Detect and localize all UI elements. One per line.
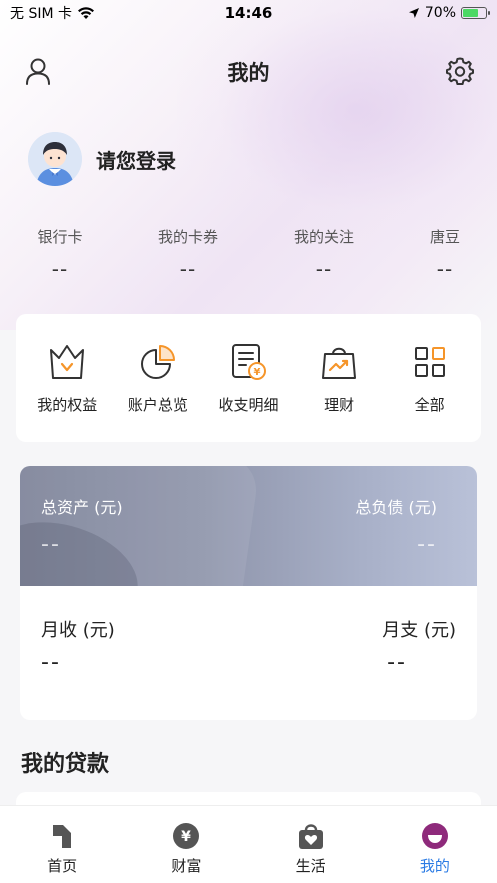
monthly-income-value: -- [41, 650, 61, 675]
nav-bar: 我的 [0, 50, 497, 94]
avatar[interactable] [28, 132, 82, 186]
stat-label: 我的关注 [293, 228, 354, 246]
tab-wealth[interactable]: ¥ 财富 [141, 822, 231, 876]
stat-value: -- [179, 257, 197, 281]
life-icon [298, 824, 323, 849]
pie-chart-icon [140, 344, 175, 379]
wifi-icon [78, 7, 94, 19]
quick-actions-card: 我的权益 账户总览 ¥ 收支明细 理财 全部 [16, 314, 481, 442]
svg-text:¥: ¥ [254, 367, 261, 378]
assets-card[interactable]: 总资产 (元) -- 总负债 (元) -- 月收 (元) -- 月支 (元) -… [20, 466, 477, 720]
stat-tang-beans[interactable]: 唐豆 -- [414, 226, 476, 281]
status-bar: 无 SIM 卡 14:46 70% [0, 0, 497, 26]
stat-label: 我的卡券 [157, 228, 218, 246]
stat-value: -- [315, 257, 333, 281]
quick-action-transactions[interactable]: ¥ 收支明细 [205, 342, 291, 415]
tab-me[interactable]: 我的 [390, 822, 480, 876]
quick-action-label: 理财 [324, 395, 355, 414]
stat-label: 银行卡 [37, 228, 83, 246]
quick-action-benefits[interactable]: 我的权益 [24, 342, 110, 415]
home-icon [53, 825, 72, 848]
wealth-icon: ¥ [173, 823, 200, 849]
stat-label: 唐豆 [429, 228, 460, 246]
total-liabilities-label: 总负债 (元) [355, 498, 437, 517]
tab-label: 首页 [47, 857, 78, 875]
total-assets-value: -- [41, 532, 61, 557]
quick-action-label: 账户总览 [127, 395, 188, 414]
crown-icon [50, 344, 85, 379]
monthly-income-label: 月收 (元) [41, 620, 115, 641]
quick-action-wealth[interactable]: 理财 [296, 342, 382, 415]
bill-icon: ¥ [232, 343, 267, 380]
svg-text:¥: ¥ [182, 829, 192, 845]
tab-bar: 首页 ¥ 财富 生活 我的 [0, 805, 497, 883]
stat-coupons[interactable]: 我的卡券 -- [148, 226, 228, 281]
login-row[interactable]: 请您登录 [28, 132, 176, 186]
loans-section-title: 我的贷款 [21, 752, 110, 777]
monthly-expense-label: 月支 (元) [382, 620, 456, 641]
quick-action-overview[interactable]: 账户总览 [115, 342, 201, 415]
quick-action-label: 全部 [414, 395, 445, 414]
shopping-bag-icon [322, 347, 357, 379]
user-icon[interactable] [24, 56, 52, 86]
location-icon [408, 8, 419, 18]
avatar-icon [28, 132, 82, 186]
tab-label: 我的 [419, 857, 450, 875]
quick-action-label: 我的权益 [37, 395, 98, 414]
tab-label: 生活 [295, 857, 326, 875]
stat-following[interactable]: 我的关注 -- [284, 226, 364, 281]
page-title: 我的 [227, 61, 270, 85]
login-prompt[interactable]: 请您登录 [96, 145, 176, 174]
quick-action-all[interactable]: 全部 [387, 342, 473, 415]
gear-icon[interactable] [445, 56, 475, 86]
tab-home[interactable]: 首页 [17, 822, 107, 876]
carrier-label: 无 SIM 卡 [10, 6, 72, 22]
assets-summary-banner: 总资产 (元) -- 总负债 (元) -- [20, 466, 477, 586]
monthly-expense-value: -- [387, 650, 407, 675]
quick-action-label: 收支明细 [218, 395, 279, 414]
tab-life[interactable]: 生活 [266, 822, 356, 876]
stat-bank-cards[interactable]: 银行卡 -- [24, 226, 96, 281]
grid-icon [414, 346, 445, 377]
total-liabilities-value: -- [417, 532, 437, 557]
stat-value: -- [436, 257, 454, 281]
battery-percent: 70% [424, 5, 456, 21]
total-assets-label: 总资产 (元) [41, 498, 123, 517]
me-icon [421, 823, 448, 849]
battery-icon [461, 7, 490, 19]
stat-value: -- [51, 257, 69, 281]
tab-label: 财富 [171, 857, 202, 875]
